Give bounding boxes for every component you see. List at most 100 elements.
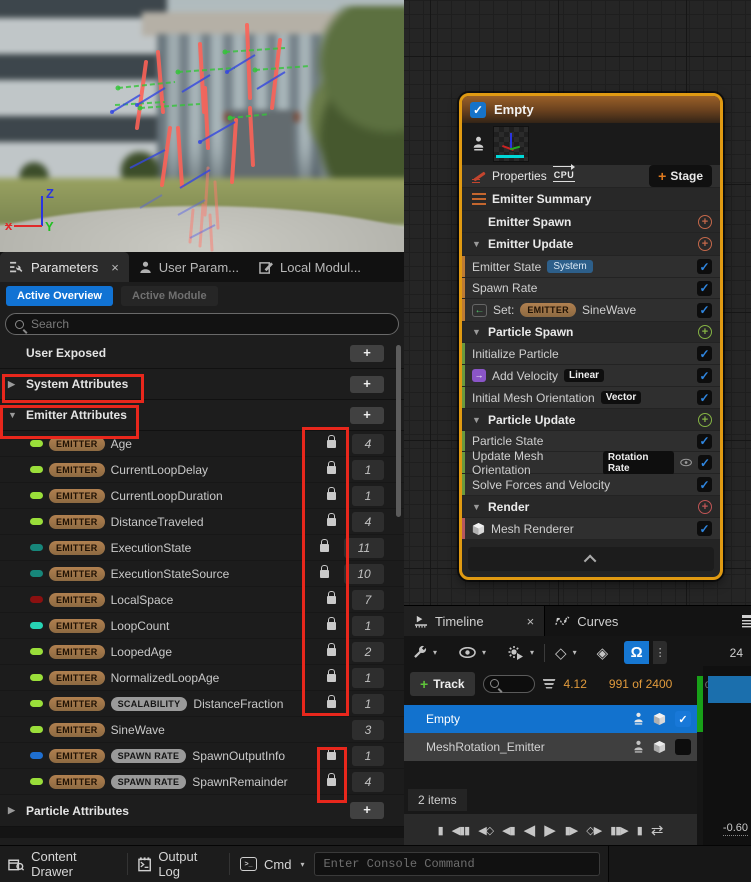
step-forward-button[interactable]: ▮▶ <box>565 824 578 837</box>
chevron-down-icon[interactable]: ▼ <box>472 327 482 337</box>
module-enabled-checkbox[interactable]: ✓ <box>697 259 712 274</box>
eye-icon[interactable] <box>680 458 692 467</box>
module-update-mesh-orientation[interactable]: Update Mesh Orientation Rotation Rate ✓ <box>462 452 720 474</box>
module-spawn-rate[interactable]: Spawn Rate ✓ <box>462 278 720 299</box>
module-mesh-renderer[interactable]: Mesh Renderer ✓ <box>462 518 720 540</box>
cpu-badge[interactable]: CPU <box>553 170 576 182</box>
person-icon[interactable] <box>633 712 644 726</box>
add-parameter-button[interactable]: + <box>350 345 384 362</box>
add-module-icon[interactable]: + <box>698 237 712 251</box>
add-renderer-icon[interactable]: + <box>698 500 712 514</box>
tab-local-modules[interactable]: Local Modul... <box>249 252 371 282</box>
chevron-down-icon[interactable]: ▼ <box>472 415 482 425</box>
module-enabled-checkbox[interactable]: ✓ <box>697 434 712 449</box>
more-options-icon[interactable]: ⋮ <box>653 641 667 664</box>
preview-viewport[interactable]: Z x Y <box>0 0 404 252</box>
keyframe-icon[interactable]: ◇ <box>555 644 567 662</box>
add-parameter-button[interactable]: + <box>350 376 384 393</box>
section-user-exposed[interactable]: User Exposed + <box>0 338 404 369</box>
eye-icon[interactable] <box>459 647 476 658</box>
chevron-right-icon[interactable]: ▶ <box>8 805 18 816</box>
jump-forward-button[interactable]: ▮▮▶ <box>610 824 628 837</box>
section-emitter-update[interactable]: ▼ Emitter Update + <box>462 233 720 256</box>
track-enabled-checkbox[interactable] <box>675 739 691 755</box>
step-back-button[interactable]: ◀▮ <box>502 824 515 837</box>
module-set-sinewave[interactable]: ← Set: EMITTER SineWave ✓ <box>462 299 720 322</box>
cube-icon[interactable] <box>653 740 666 754</box>
emitter-enabled-checkbox[interactable]: ✓ <box>470 102 486 118</box>
add-track-button[interactable]: + Track <box>410 672 475 696</box>
module-initialize-particle[interactable]: Initialize Particle ✓ <box>462 343 720 365</box>
add-module-icon[interactable]: + <box>698 215 712 229</box>
snap-magnet-button[interactable]: Ω <box>624 641 649 664</box>
content-drawer-button[interactable]: Content Drawer <box>8 849 117 879</box>
module-emitter-state[interactable]: Emitter State System ✓ <box>462 256 720 278</box>
section-emitter-spawn[interactable]: Emitter Spawn + <box>462 211 720 233</box>
module-add-velocity[interactable]: → Add Velocity Linear ✓ <box>462 365 720 387</box>
auto-key-icon[interactable]: ◈ <box>597 644 609 662</box>
track-enabled-checkbox[interactable]: ✓ <box>675 711 691 727</box>
active-overview-button[interactable]: Active Overview <box>6 286 113 306</box>
module-solve-forces[interactable]: Solve Forces and Velocity ✓ <box>462 474 720 496</box>
play-button[interactable]: ▶ <box>544 821 556 839</box>
track-search[interactable] <box>483 675 535 693</box>
tab-timeline[interactable]: Timeline × <box>404 606 544 636</box>
module-enabled-checkbox[interactable]: ✓ <box>698 455 712 470</box>
play-reverse-button[interactable]: ◀ <box>524 821 536 839</box>
jump-back-button[interactable]: ◀▮▮ <box>452 824 470 837</box>
cmd-selector[interactable]: >_ Cmd ▾ <box>240 857 304 872</box>
emitter-node-header[interactable]: ✓ Empty <box>462 96 720 123</box>
close-icon[interactable]: × <box>527 614 535 629</box>
parameter-search[interactable] <box>5 313 399 335</box>
scrollbar[interactable] <box>396 345 401 517</box>
track-row-meshrotation[interactable]: MeshRotation_Emitter <box>404 733 697 761</box>
filter-icon[interactable] <box>543 679 556 689</box>
module-enabled-checkbox[interactable]: ✓ <box>697 346 712 361</box>
module-enabled-checkbox[interactable]: ✓ <box>697 521 712 536</box>
parameter-row[interactable]: EMITTER SineWave 3 <box>0 717 404 743</box>
module-enabled-checkbox[interactable]: ✓ <box>697 281 712 296</box>
module-initial-mesh-orientation[interactable]: Initial Mesh Orientation Vector ✓ <box>462 387 720 409</box>
node-collapse-button[interactable] <box>468 547 714 571</box>
emitter-lane-bar[interactable] <box>708 676 751 703</box>
next-key-button[interactable]: ◇▶ <box>586 824 601 837</box>
add-module-icon[interactable]: + <box>698 325 712 339</box>
sequencer-icon[interactable] <box>742 615 751 628</box>
module-enabled-checkbox[interactable]: ✓ <box>697 368 712 383</box>
chevron-down-icon[interactable]: ▼ <box>472 502 482 512</box>
active-module-button[interactable]: Active Module <box>121 286 218 306</box>
tab-curves[interactable]: Curves <box>544 606 628 636</box>
cube-icon[interactable] <box>653 712 666 726</box>
go-to-end-button[interactable]: ▮ <box>637 824 642 837</box>
tab-parameters[interactable]: Parameters × <box>0 252 129 282</box>
add-module-icon[interactable]: + <box>698 413 712 427</box>
emitter-node-empty[interactable]: ✓ Empty Properties CPU + Stage Emitter S… <box>459 93 723 580</box>
render-options-icon[interactable] <box>508 645 524 660</box>
playhead-strip[interactable] <box>697 676 703 732</box>
section-particle-spawn[interactable]: ▼ Particle Spawn + <box>462 322 720 343</box>
module-enabled-checkbox[interactable]: ✓ <box>697 303 712 318</box>
console-input[interactable] <box>323 857 591 871</box>
emitter-thumbnail[interactable] <box>493 126 529 162</box>
add-stage-button[interactable]: + Stage <box>649 165 712 187</box>
section-particle-update[interactable]: ▼ Particle Update + <box>462 409 720 431</box>
module-enabled-checkbox[interactable]: ✓ <box>697 390 712 405</box>
wrench-icon[interactable] <box>412 645 427 660</box>
properties-row[interactable]: Properties CPU + Stage <box>462 165 720 188</box>
tab-user-parameters[interactable]: User Param... <box>129 252 249 282</box>
console-command-field[interactable] <box>314 852 600 876</box>
go-to-start-button[interactable]: ▮ <box>438 824 443 837</box>
close-icon[interactable]: × <box>111 260 119 275</box>
module-enabled-checkbox[interactable]: ✓ <box>697 477 712 492</box>
loop-icon[interactable]: ⇄ <box>651 821 664 839</box>
output-log-button[interactable]: Output Log <box>138 849 219 879</box>
emitter-summary-row[interactable]: Emitter Summary <box>462 188 720 211</box>
search-input[interactable] <box>31 317 349 331</box>
person-icon[interactable] <box>633 740 644 754</box>
chevron-down-icon[interactable]: ▼ <box>472 239 482 249</box>
add-parameter-button[interactable]: + <box>350 407 384 424</box>
track-row-empty[interactable]: Empty ✓ <box>404 705 697 733</box>
previous-key-button[interactable]: ◀◇ <box>478 824 493 837</box>
section-render[interactable]: ▼ Render + <box>462 496 720 518</box>
add-parameter-button[interactable]: + <box>350 802 384 819</box>
